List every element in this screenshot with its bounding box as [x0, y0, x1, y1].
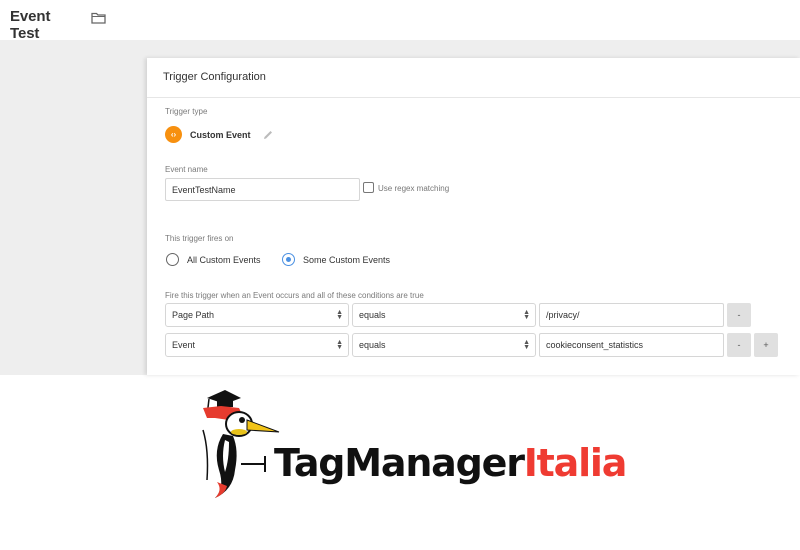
- fires-on-label: This trigger fires on: [165, 234, 234, 243]
- radio-all-custom-events[interactable]: [166, 253, 179, 266]
- condition-operator-select[interactable]: equals ▲ ▼: [352, 333, 536, 357]
- brand-logo-text: TagManagerItalia: [274, 441, 628, 485]
- condition-operator-select[interactable]: equals ▲ ▼: [352, 303, 536, 327]
- remove-condition-button[interactable]: -: [727, 303, 751, 327]
- condition-operator-value: equals: [359, 340, 386, 350]
- pencil-icon[interactable]: [263, 130, 273, 140]
- add-condition-button[interactable]: +: [754, 333, 778, 357]
- top-bar: Event Test: [0, 0, 800, 47]
- conditions-label: Fire this trigger when an Event occurs a…: [165, 291, 424, 300]
- code-brackets-icon: ‹›: [165, 126, 182, 143]
- regex-label: Use regex matching: [378, 184, 450, 193]
- select-arrows-icon: ▲ ▼: [336, 309, 343, 321]
- trigger-configuration-card: Trigger Configuration Trigger type ‹› Cu…: [147, 58, 800, 375]
- trigger-type-row[interactable]: ‹› Custom Event: [165, 126, 273, 143]
- condition-variable-value: Event: [172, 340, 196, 350]
- condition-operator-value: equals: [359, 310, 386, 320]
- select-arrows-icon: ▲ ▼: [523, 339, 530, 351]
- trigger-type-label: Trigger type: [165, 107, 208, 116]
- radio-label-some[interactable]: Some Custom Events: [303, 255, 390, 265]
- condition-variable-select[interactable]: Event ▲ ▼: [165, 333, 349, 357]
- regex-checkbox[interactable]: [363, 182, 374, 193]
- select-arrows-icon: ▲ ▼: [336, 339, 343, 351]
- brand-name-accent: Italia: [523, 441, 628, 485]
- event-name-input[interactable]: EventTestName: [165, 178, 360, 201]
- condition-value-input[interactable]: /privacy/: [539, 303, 724, 327]
- folder-icon[interactable]: [91, 12, 106, 24]
- trigger-type-name: Custom Event: [190, 129, 251, 140]
- event-name-label: Event name: [165, 165, 208, 174]
- condition-variable-value: Page Path: [172, 310, 215, 320]
- woodpecker-mascot-icon: [202, 390, 280, 498]
- remove-condition-button[interactable]: -: [727, 333, 751, 357]
- radio-some-custom-events[interactable]: [282, 253, 295, 266]
- condition-value-input[interactable]: cookieconsent_statistics: [539, 333, 724, 357]
- brand-name-main: TagManager: [274, 441, 525, 485]
- card-title: Trigger Configuration: [147, 58, 800, 98]
- select-arrows-icon: ▲ ▼: [523, 309, 530, 321]
- radio-label-all[interactable]: All Custom Events: [187, 255, 261, 265]
- condition-variable-select[interactable]: Page Path ▲ ▼: [165, 303, 349, 327]
